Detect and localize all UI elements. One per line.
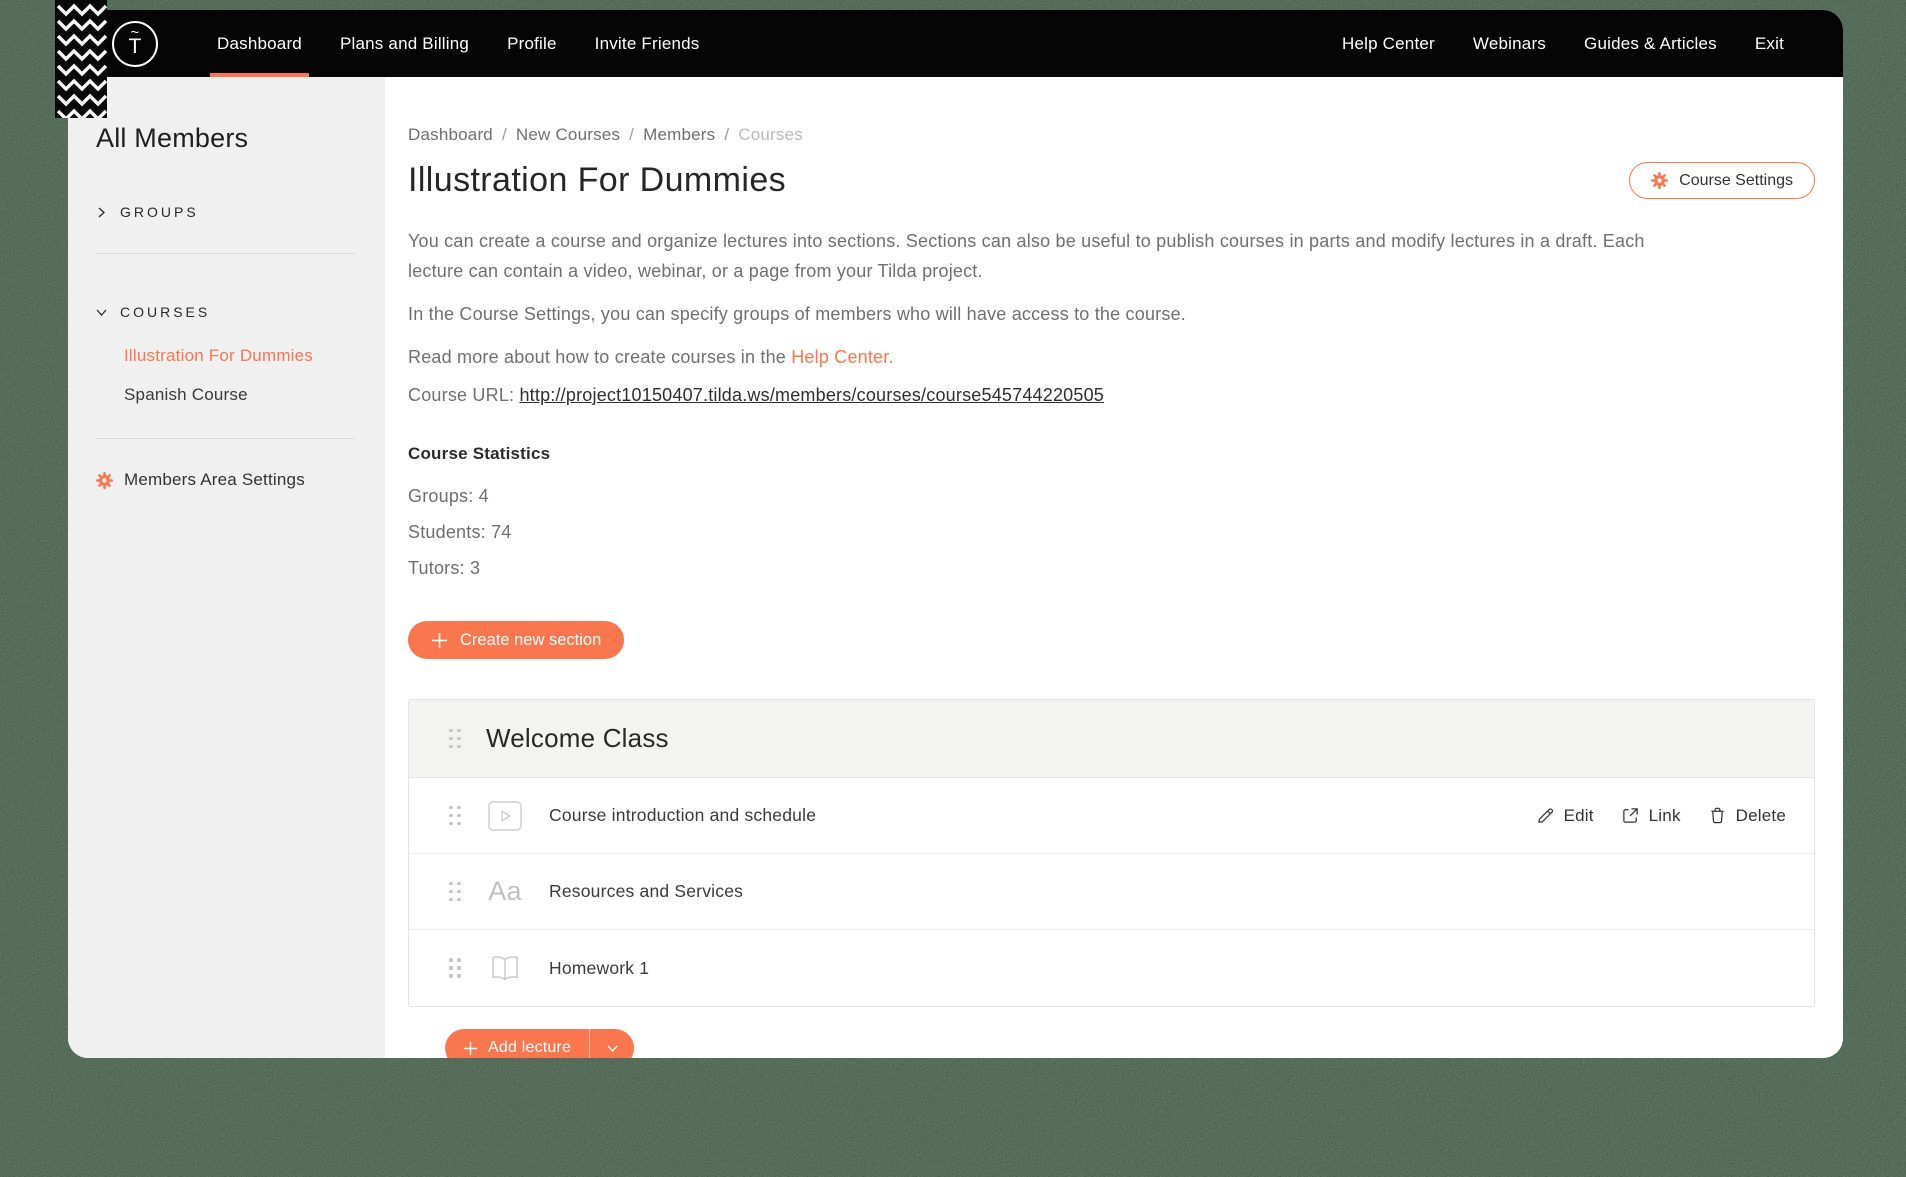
sidebar-item-courses[interactable]: COURSES — [96, 304, 355, 320]
breadcrumb-dashboard[interactable]: Dashboard — [408, 125, 493, 145]
stat-groups-value: 4 — [479, 486, 489, 506]
pencil-icon — [1536, 806, 1555, 825]
app-window: ~ T Dashboard Plans and Billing Profile … — [68, 10, 1843, 1058]
course-statistics-heading: Course Statistics — [408, 444, 1815, 464]
plus-icon — [431, 632, 448, 649]
delete-label: Delete — [1736, 806, 1786, 826]
stat-tutors-value: 3 — [470, 558, 480, 578]
delete-button[interactable]: Delete — [1708, 806, 1786, 826]
top-navigation-bar: ~ T Dashboard Plans and Billing Profile … — [68, 10, 1843, 77]
breadcrumb-separator: / — [502, 125, 507, 145]
course-section-card: Welcome Class Course introduction and sc… — [408, 699, 1815, 1007]
lecture-actions: Edit Link — [1536, 806, 1786, 826]
sidebar-item-members-area-settings[interactable]: Members Area Settings — [96, 470, 355, 490]
stat-students-label: Students: — [408, 522, 486, 542]
sidebar-divider — [96, 253, 355, 254]
page-title: Illustration For Dummies — [408, 161, 786, 200]
tilda-logo[interactable]: ~ T — [112, 21, 158, 67]
stat-students-value: 74 — [491, 522, 511, 542]
trash-icon — [1708, 806, 1727, 825]
settings-note: In the Course Settings, you can specify … — [408, 299, 1678, 329]
create-section-label: Create new section — [460, 631, 601, 650]
sidebar-divider — [96, 438, 355, 439]
nav-item-profile[interactable]: Profile — [488, 10, 576, 77]
breadcrumb-separator: / — [724, 125, 729, 145]
drag-handle-icon[interactable] — [449, 958, 461, 978]
sidebar-groups-label: GROUPS — [120, 204, 199, 220]
course-settings-label: Course Settings — [1679, 172, 1793, 190]
sidebar-title-all-members[interactable]: All Members — [96, 123, 355, 154]
sidebar-course-illustration-for-dummies[interactable]: Illustration For Dummies — [124, 346, 355, 366]
logo-letter: T — [128, 37, 141, 57]
zigzag-pattern — [55, 0, 107, 118]
add-lecture-dropdown-button[interactable] — [590, 1029, 634, 1058]
nav-item-exit[interactable]: Exit — [1736, 10, 1803, 77]
add-lecture-label: Add lecture — [488, 1039, 571, 1057]
breadcrumb: Dashboard / New Courses / Members / Cour… — [408, 125, 1815, 145]
link-label: Link — [1649, 806, 1681, 826]
read-more-text: Read more about how to create courses in… — [408, 347, 786, 367]
create-new-section-button[interactable]: Create new section — [408, 621, 624, 659]
nav-right: Help Center Webinars Guides & Articles E… — [1323, 10, 1803, 77]
nav-item-guides-articles[interactable]: Guides & Articles — [1565, 10, 1736, 77]
breadcrumb-members[interactable]: Members — [643, 125, 715, 145]
nav-left: Dashboard Plans and Billing Profile Invi… — [198, 10, 719, 77]
add-lecture-split-button: Add lecture — [445, 1029, 634, 1058]
sidebar: All Members GROUPS COURSES Illustration … — [68, 77, 385, 1058]
plus-icon — [463, 1041, 478, 1056]
sidebar-course-spanish-course[interactable]: Spanish Course — [124, 385, 355, 405]
stat-groups-label: Groups: — [408, 486, 473, 506]
lecture-title: Homework 1 — [549, 958, 649, 979]
edit-button[interactable]: Edit — [1536, 806, 1594, 826]
nav-item-plans-and-billing[interactable]: Plans and Billing — [321, 10, 488, 77]
breadcrumb-courses-current: Courses — [738, 125, 803, 145]
main-content: Dashboard / New Courses / Members / Cour… — [385, 77, 1843, 1058]
drag-handle-icon[interactable] — [449, 806, 461, 826]
stat-tutors: Tutors: 3 — [408, 558, 1815, 579]
help-center-link[interactable]: Help Center. — [791, 347, 893, 367]
chevron-down-icon — [96, 307, 107, 318]
nav-item-help-center[interactable]: Help Center — [1323, 10, 1454, 77]
lecture-title: Resources and Services — [549, 881, 743, 902]
drag-handle-icon[interactable] — [449, 882, 461, 902]
course-url-label: Course URL: — [408, 385, 514, 405]
gear-icon — [1651, 172, 1668, 189]
drag-handle-icon[interactable] — [449, 729, 461, 749]
sidebar-courses-label: COURSES — [120, 304, 210, 320]
external-link-icon — [1621, 806, 1640, 825]
course-url-line: Course URL: http://project10150407.tilda… — [408, 385, 1815, 406]
lecture-row: Homework 1 — [409, 930, 1814, 1006]
intro-paragraph: You can create a course and organize lec… — [408, 226, 1678, 286]
lecture-row: Aa Resources and Services — [409, 854, 1814, 930]
gear-icon — [96, 472, 113, 489]
nav-item-dashboard[interactable]: Dashboard — [198, 10, 321, 77]
add-lecture-button[interactable]: Add lecture — [445, 1029, 589, 1058]
edit-label: Edit — [1564, 806, 1594, 826]
course-settings-button[interactable]: Course Settings — [1629, 162, 1815, 199]
chevron-down-icon — [607, 1043, 618, 1054]
lecture-title: Course introduction and schedule — [549, 805, 816, 826]
lecture-row: Course introduction and schedule Edit — [409, 778, 1814, 854]
nav-item-invite-friends[interactable]: Invite Friends — [576, 10, 719, 77]
book-lecture-icon — [487, 955, 523, 982]
course-url-link[interactable]: http://project10150407.tilda.ws/members/… — [519, 385, 1104, 405]
stat-students: Students: 74 — [408, 522, 1815, 543]
section-header: Welcome Class — [409, 700, 1814, 778]
breadcrumb-new-courses[interactable]: New Courses — [516, 125, 620, 145]
section-title: Welcome Class — [486, 723, 669, 754]
video-lecture-icon — [487, 801, 523, 831]
link-button[interactable]: Link — [1621, 806, 1681, 826]
chevron-right-icon — [96, 207, 107, 218]
stat-tutors-label: Tutors: — [408, 558, 465, 578]
nav-item-webinars[interactable]: Webinars — [1454, 10, 1565, 77]
read-more-line: Read more about how to create courses in… — [408, 342, 1678, 372]
text-lecture-icon: Aa — [487, 878, 523, 905]
sidebar-item-groups[interactable]: GROUPS — [96, 204, 355, 220]
sidebar-settings-label: Members Area Settings — [124, 470, 305, 490]
breadcrumb-separator: / — [629, 125, 634, 145]
stat-groups: Groups: 4 — [408, 486, 1815, 507]
